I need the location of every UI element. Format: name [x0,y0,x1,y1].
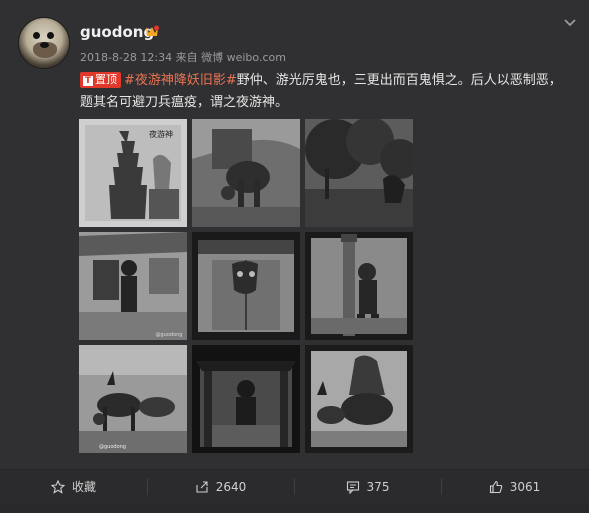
photo-3[interactable] [305,119,413,227]
hashtag-link[interactable]: #夜游神降妖旧影# [124,73,237,88]
avatar-eye [47,32,54,39]
like-count: 3061 [509,479,541,494]
photo-8[interactable] [192,345,300,453]
photo-6[interactable] [305,232,413,340]
photo-caption: 夜游神 [149,129,173,139]
chevron-down-icon[interactable] [562,14,578,30]
photo-5[interactable] [192,232,300,340]
vip-badge-icon[interactable] [144,24,160,38]
avatar-eye [33,32,40,39]
comment-button[interactable]: 375 [294,470,441,503]
photo-grid: 夜游神 @guodong @guodong [79,119,418,458]
post-meta: 2018-8-28 12:34 来自 微博 weibo.com [80,51,286,64]
photo-7[interactable]: @guodong [79,345,187,453]
avatar[interactable] [18,17,70,69]
comment-count: 375 [366,479,390,494]
photo-caption: @guodong [99,444,126,450]
photo-4[interactable]: @guodong [79,232,187,340]
photo-9[interactable] [305,345,413,453]
photo-caption: @guodong [156,332,183,338]
comment-icon [346,480,359,494]
favorite-label: 收藏 [71,480,96,494]
repost-count: 2640 [215,479,247,494]
photo-2[interactable] [192,119,300,227]
pinned-badge: T 置顶 [80,72,121,88]
thumbs-up-icon [489,480,502,493]
post-text: T 置顶 #夜游神降妖旧影#野仲、游光厉鬼也，三更出而百鬼惧之。后人以恶制恶，题其名… [80,70,570,114]
repost-icon [196,480,208,493]
photo-1[interactable]: 夜游神 [79,119,187,227]
repost-button[interactable]: 2640 [147,470,294,503]
footer-strip [0,503,589,513]
star-icon [50,479,65,494]
like-button[interactable]: 3061 [441,470,588,503]
favorite-button[interactable]: 收藏 [0,470,147,503]
avatar-nose [40,42,49,48]
pinned-label: 置顶 [95,73,117,86]
weibo-post-card: guodong 2018-8-28 12:34 来自 微博 weibo.com … [0,0,589,513]
pin-icon: T [83,76,93,86]
